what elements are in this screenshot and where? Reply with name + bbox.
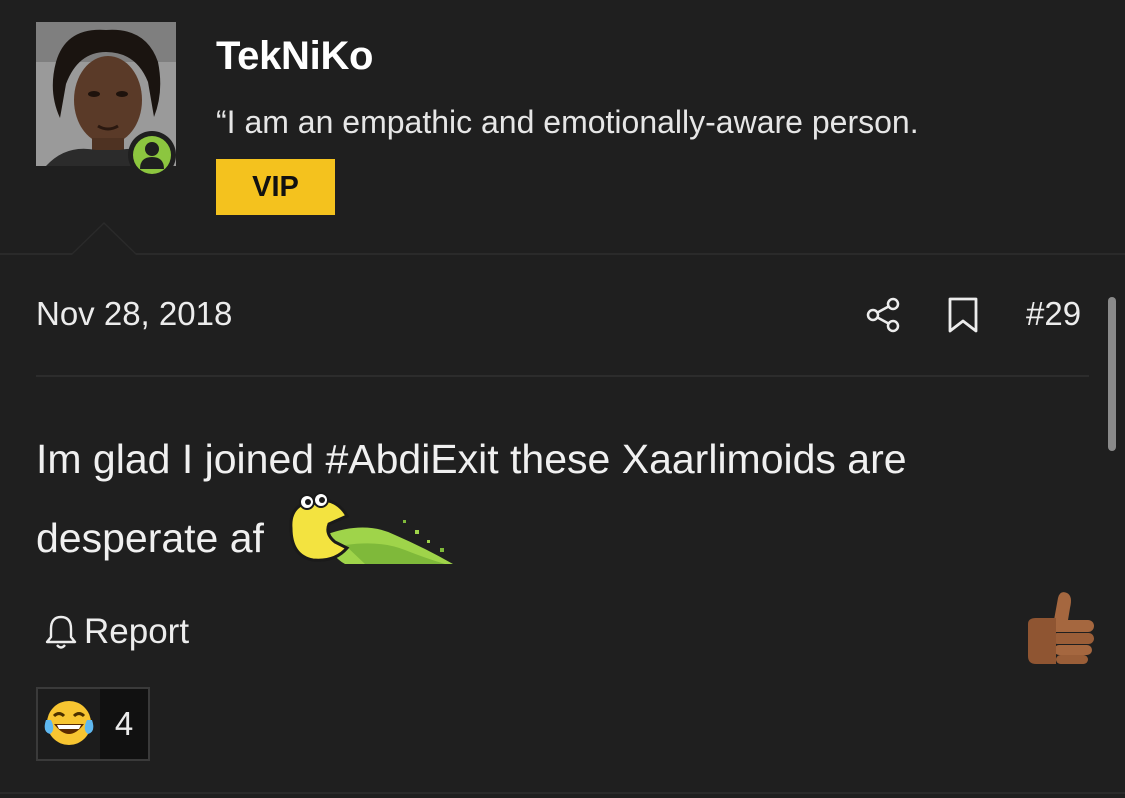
- thumbs-up-icon[interactable]: [1024, 590, 1098, 666]
- post-body: Im glad I joined #AbdiExit these Xaarlim…: [36, 420, 1096, 578]
- user-title: “I am an empathic and emotionally-aware …: [216, 104, 919, 140]
- report-label: Report: [84, 612, 190, 651]
- post-date[interactable]: Nov 28, 2018: [36, 295, 232, 333]
- bottom-divider: [0, 792, 1125, 794]
- meta-divider: [36, 375, 1089, 377]
- header-divider: [0, 253, 1125, 255]
- report-button[interactable]: Report: [44, 610, 189, 654]
- scrollbar[interactable]: [1108, 297, 1116, 451]
- post-text: Im glad I joined #AbdiExit these Xaarlim…: [36, 436, 907, 561]
- user-status-icon: [140, 142, 164, 169]
- online-status-badge: [128, 131, 176, 179]
- share-icon[interactable]: [864, 296, 902, 334]
- user-header: TekNiKo “I am an empathic and emotionall…: [0, 0, 1125, 253]
- puke-emoji: [289, 492, 454, 565]
- username[interactable]: TekNiKo: [216, 34, 373, 79]
- reaction-summary[interactable]: 4: [36, 687, 150, 761]
- reaction-count: 4: [100, 689, 148, 759]
- bookmark-icon[interactable]: [947, 296, 979, 334]
- laughing-tears-icon: [44, 701, 94, 745]
- bell-icon: [45, 615, 77, 649]
- vip-badge: VIP: [216, 159, 335, 215]
- post-number[interactable]: #29: [1026, 295, 1081, 333]
